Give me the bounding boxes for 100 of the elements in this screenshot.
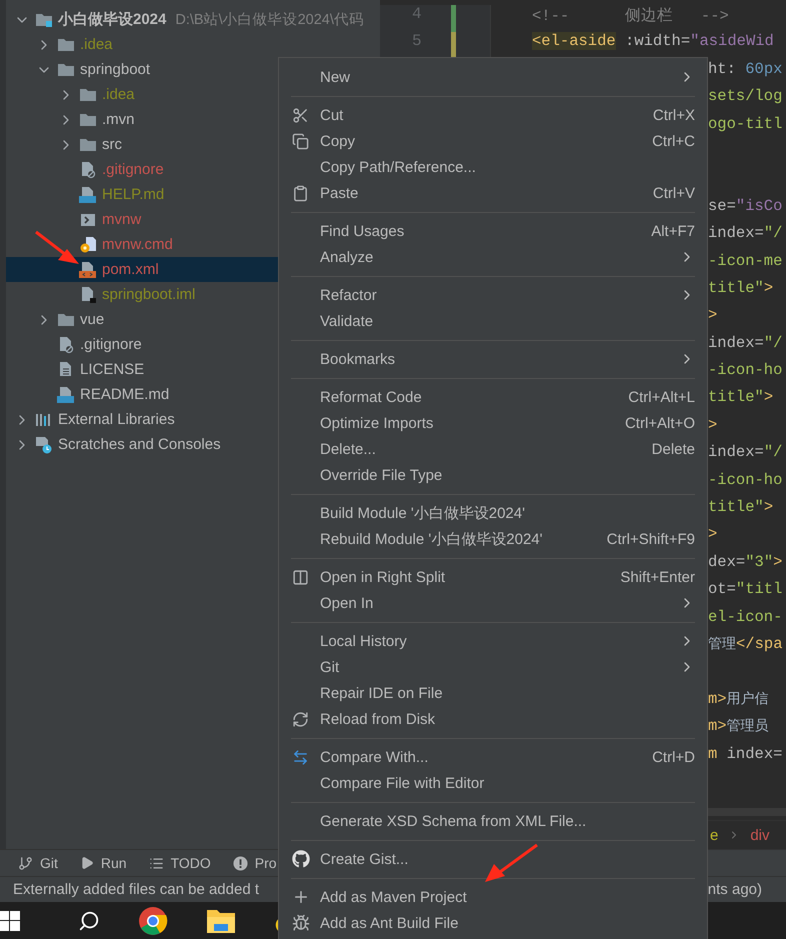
tree-label: LICENSE — [80, 361, 144, 378]
code-line: index="/ — [708, 443, 782, 464]
menu-item[interactable]: Open In — [279, 590, 707, 616]
menu-item[interactable]: Build Module '小白做毕设2024' — [279, 500, 707, 526]
menu-item[interactable]: Override File Type — [279, 462, 707, 488]
code-line: se="isCo — [708, 196, 782, 217]
tree-label: .idea — [102, 86, 135, 103]
menu-item[interactable]: Optimize Imports Ctrl+Alt+O — [279, 410, 707, 436]
tree-label: mvnw.cmd — [102, 236, 173, 253]
code-line: dex="3"> — [708, 552, 782, 573]
menu-item[interactable]: Find Usages Alt+F7 — [279, 218, 707, 244]
code-line: m>管理员 — [708, 717, 769, 738]
code-line: ot="titl — [708, 580, 782, 600]
tree-label: External Libraries — [58, 411, 175, 428]
split-view-icon — [292, 568, 309, 586]
status-text: nts ago) — [708, 881, 762, 898]
markdown-file-icon — [57, 386, 75, 404]
code-line: ogo-titl — [708, 114, 782, 135]
tree-label: .mvn — [102, 111, 135, 128]
code-line: title"> — [708, 278, 774, 299]
code-line: title"> — [708, 498, 774, 518]
breadcrumb[interactable]: div — [750, 826, 770, 844]
tree-label: pom.xml — [102, 261, 159, 278]
tree-label: springboot — [80, 61, 150, 78]
code-line: > — [708, 306, 718, 326]
menu-item[interactable]: Reformat Code Ctrl+Alt+L — [279, 384, 707, 410]
plus-icon — [292, 888, 310, 906]
code-line: <!-- 侧边栏 --> — [532, 6, 729, 27]
code-line: -icon-ho — [708, 470, 782, 491]
menu-item[interactable]: Bookmarks — [279, 346, 707, 372]
clipboard-icon — [292, 184, 309, 202]
menu-item[interactable]: Git — [279, 654, 707, 680]
code-line: 管理</spa — [708, 634, 783, 655]
menu-item[interactable]: Reload from Disk — [279, 706, 707, 732]
tree-label: Scratches and Consoles — [58, 436, 221, 453]
scratch-clock-icon — [35, 436, 53, 454]
tree-row[interactable]: .idea — [6, 32, 380, 57]
menu-item[interactable]: Rebuild Module '小白做毕设2024' Ctrl+Shift+F9 — [279, 526, 707, 552]
menu-item[interactable]: Paste Ctrl+V — [279, 180, 707, 206]
code-line: -icon-ho — [708, 361, 782, 382]
tree-label: springboot.iml — [102, 286, 196, 303]
code-line: m index= — [708, 744, 782, 765]
menu-item[interactable]: Copy Path/Reference... — [279, 154, 707, 180]
menu-item[interactable]: Open in Right Split Shift+Enter — [279, 564, 707, 590]
tree-label: 小白做毕设2024 — [58, 10, 166, 29]
code-line: index="/ — [708, 334, 782, 354]
tree-label: src — [102, 136, 122, 153]
search-icon[interactable] — [78, 910, 100, 932]
breadcrumb[interactable]: e — [710, 826, 718, 844]
tree-label: mvnw — [102, 211, 142, 228]
tool-window-button[interactable]: Git — [18, 855, 58, 871]
menu-item[interactable]: Compare With... Ctrl+D — [279, 744, 707, 770]
gear-file-icon — [79, 236, 97, 254]
xml-file-icon — [79, 260, 97, 278]
menu-item[interactable]: Delete... Delete — [279, 436, 707, 462]
folder-icon[interactable] — [206, 908, 236, 934]
menu-item[interactable]: Refactor — [279, 282, 707, 308]
menu-item[interactable]: Validate — [279, 308, 707, 334]
menu-item[interactable]: Generate XSD Schema from XML File... — [279, 808, 707, 834]
copy-icon — [292, 132, 309, 150]
menu-item[interactable]: Copy Ctrl+C — [279, 128, 707, 154]
bug-icon — [292, 914, 310, 932]
menu-item[interactable]: Create Gist... — [279, 846, 707, 872]
tree-label: .gitignore — [80, 336, 142, 353]
menu-item[interactable]: Local History — [279, 628, 707, 654]
github-icon — [292, 850, 310, 868]
scissors-icon — [292, 106, 309, 124]
annotation-arrow — [485, 844, 538, 882]
tree-label: HELP.md — [102, 186, 164, 203]
code-line: <el-aside :width="asideWid — [532, 32, 774, 52]
ignore-file-icon — [79, 160, 97, 178]
browser-icon[interactable] — [138, 906, 168, 936]
tree-row[interactable]: 小白做毕设2024 D:\B站\小白做毕设2024\代码 — [6, 7, 380, 32]
code-line: > — [708, 416, 718, 436]
markdown-file-icon — [79, 186, 97, 204]
ignore-file-icon — [57, 336, 75, 354]
list-icon — [148, 856, 164, 870]
menu-item[interactable]: Add as Maven Project — [279, 884, 707, 910]
code-line: -icon-me — [708, 252, 782, 272]
code-line: index="/ — [708, 224, 782, 244]
branch-icon — [18, 856, 33, 870]
module-path: D:\B站\小白做毕设2024\代码 — [175, 11, 364, 29]
tool-window-button[interactable]: Pro — [232, 855, 277, 871]
code-line: el-icon- — [708, 608, 782, 628]
windows-logo-icon[interactable] — [0, 910, 20, 930]
menu-item[interactable]: Compare File with Editor — [279, 770, 707, 796]
menu-item[interactable]: Repair IDE on File — [279, 680, 707, 706]
tree-label: .idea — [80, 36, 113, 53]
code-line: sets/log — [708, 87, 782, 108]
tool-window-button[interactable]: Run — [80, 855, 127, 871]
code-line: title"> — [708, 388, 774, 408]
code-line: ht: 60px — [708, 60, 782, 80]
annotation-arrow — [35, 230, 79, 264]
tree-label: vue — [80, 311, 104, 328]
module-file-icon — [79, 286, 97, 304]
status-message: Externally added files can be added t — [13, 881, 259, 898]
tool-window-button[interactable]: TODO — [148, 855, 211, 871]
play-icon — [80, 856, 94, 870]
code-line: m>用户信 — [708, 690, 769, 710]
warning-icon — [232, 856, 248, 870]
